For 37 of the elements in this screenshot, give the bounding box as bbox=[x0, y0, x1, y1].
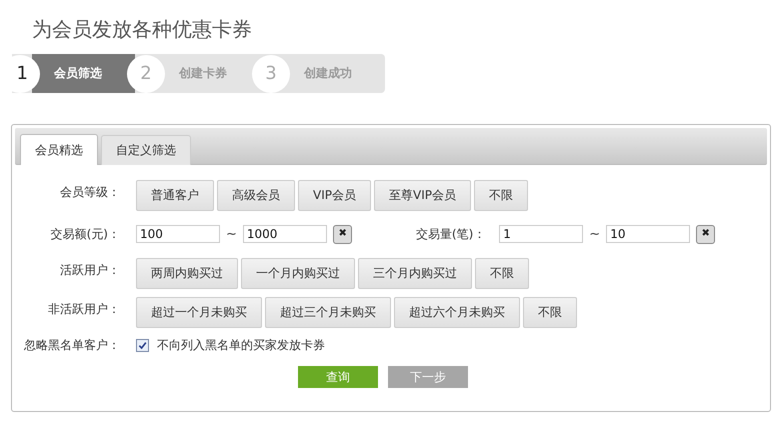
tab[interactable]: 会员精选 bbox=[20, 134, 98, 165]
field-label: 交易量(笔)： bbox=[416, 226, 486, 242]
option-button[interactable]: 三个月内购买过 bbox=[358, 258, 472, 288]
step-label: 创建成功 bbox=[302, 65, 353, 82]
input-field[interactable]: 100 bbox=[136, 225, 220, 243]
option-button[interactable]: 超过三个月未购买 bbox=[265, 296, 391, 328]
option-button[interactable]: 普通客户 bbox=[136, 180, 214, 210]
option-button[interactable]: 不限 bbox=[474, 180, 528, 210]
input-field[interactable]: 1000 bbox=[242, 225, 327, 243]
option-button[interactable]: 两周内购买过 bbox=[136, 258, 238, 288]
option-button[interactable]: 至尊VIP会员 bbox=[374, 180, 471, 210]
step-number: 2 bbox=[127, 54, 165, 92]
range-separator: ~ bbox=[589, 226, 600, 242]
option-button[interactable]: 超过一个月未购买 bbox=[136, 296, 262, 328]
option-button[interactable]: 不限 bbox=[475, 258, 529, 288]
option-button[interactable]: 超过六个月未购买 bbox=[394, 296, 520, 328]
input-field[interactable]: 10 bbox=[606, 225, 690, 243]
option-button[interactable]: VIP会员 bbox=[298, 180, 371, 210]
range-separator: ~ bbox=[226, 226, 237, 242]
clear-button[interactable]: ✖ bbox=[696, 224, 716, 244]
page-title: 为会员发放各种优惠卡券 bbox=[32, 16, 253, 42]
input-field[interactable]: 1 bbox=[499, 225, 584, 243]
step-number: 3 bbox=[252, 54, 290, 92]
step-label: 会员筛选 bbox=[32, 54, 135, 93]
field-label: 忽略黑名单客户： bbox=[23, 336, 121, 354]
field-label: 非活跃用户： bbox=[47, 301, 121, 318]
option-button[interactable]: 一个月内购买过 bbox=[241, 258, 355, 288]
field-label: 活跃用户： bbox=[59, 262, 121, 279]
checkbox-label: 不向列入黑名单的买家发放卡券 bbox=[157, 336, 325, 354]
field-label: 会员等级： bbox=[59, 184, 121, 201]
tab[interactable]: 自定义筛选 bbox=[101, 135, 191, 165]
clear-button[interactable]: ✖ bbox=[332, 224, 352, 244]
field-label: 交易额(元)： bbox=[50, 226, 121, 242]
checkbox[interactable] bbox=[136, 338, 149, 352]
option-button[interactable]: 高级会员 bbox=[217, 180, 295, 210]
step-label: 创建卡券 bbox=[178, 65, 228, 82]
option-button[interactable]: 不限 bbox=[523, 296, 577, 328]
